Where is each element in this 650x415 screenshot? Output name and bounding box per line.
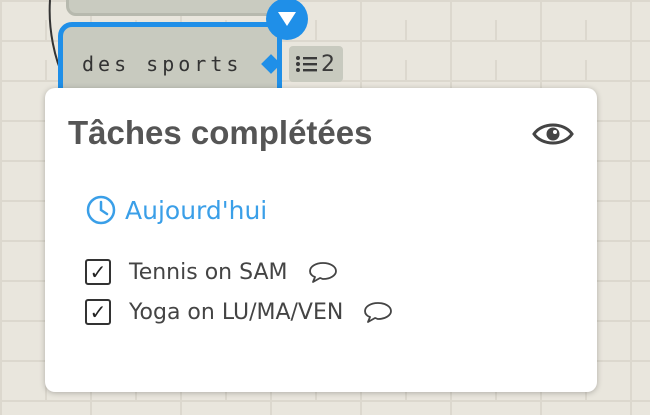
- task-count-value: 2: [321, 51, 335, 77]
- task-checkbox[interactable]: ✓: [85, 259, 111, 285]
- list-icon: [296, 56, 317, 72]
- task-item: ✓ Tennis on SAM: [85, 252, 393, 292]
- clock-icon: [86, 195, 116, 225]
- comment-icon[interactable]: [363, 300, 393, 324]
- section-today: Aujourd'hui: [85, 194, 267, 226]
- task-label[interactable]: Yoga on LU/MA/VEN: [129, 300, 343, 325]
- visibility-toggle[interactable]: [531, 116, 575, 152]
- popover-title: Tâches complétées: [68, 114, 373, 151]
- comment-icon[interactable]: [308, 260, 338, 284]
- task-checkbox[interactable]: ✓: [85, 299, 111, 325]
- eye-icon: [532, 123, 574, 145]
- completed-tasks-popover: Tâches complétées Aujourd'hui ✓ Tennis o…: [45, 88, 597, 392]
- triangle-down-icon: [278, 12, 296, 26]
- parent-node[interactable]: [66, 0, 292, 16]
- task-list: ✓ Tennis on SAM ✓ Yoga on LU/MA/VEN: [85, 252, 393, 332]
- section-label: Aujourd'hui: [125, 195, 268, 225]
- selected-node-label[interactable]: des sports: [82, 52, 242, 76]
- task-label[interactable]: Tennis on SAM: [129, 260, 288, 285]
- task-item: ✓ Yoga on LU/MA/VEN: [85, 292, 393, 332]
- task-count-badge[interactable]: 2: [289, 46, 343, 82]
- collapse-button[interactable]: [266, 0, 308, 40]
